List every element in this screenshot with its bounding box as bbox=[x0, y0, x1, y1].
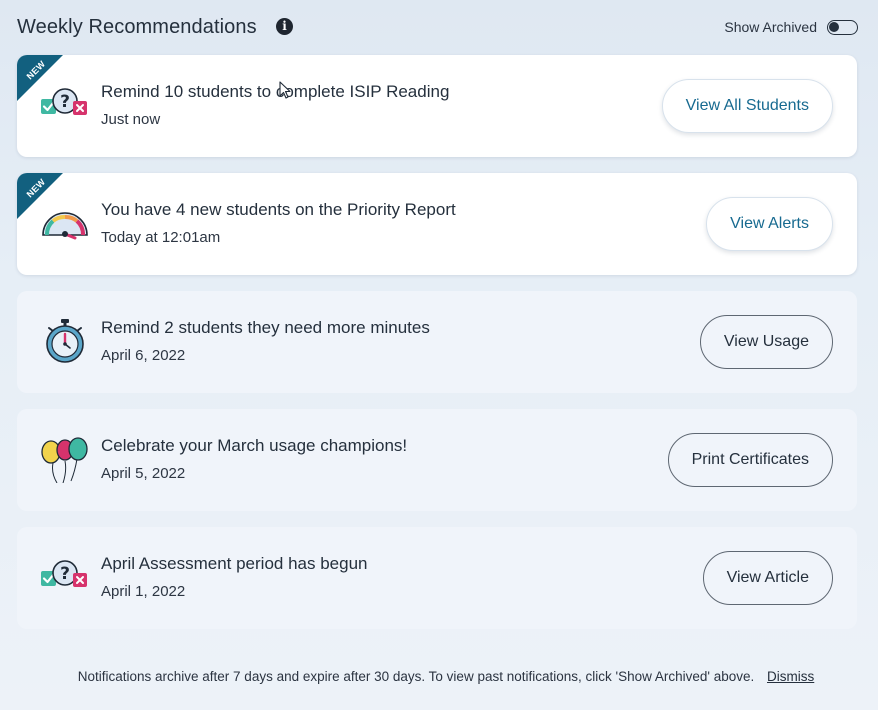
quiz-check-x-icon: ? bbox=[41, 560, 87, 587]
card-time: April 1, 2022 bbox=[101, 583, 186, 600]
recommendation-card: ? April Assessment period has begun Apri… bbox=[17, 527, 857, 629]
card-title: You have 4 new students on the Priority … bbox=[101, 200, 456, 219]
quiz-check-x-icon: ? bbox=[41, 88, 87, 115]
toggle-switch[interactable] bbox=[827, 19, 858, 35]
speedometer-icon bbox=[42, 212, 88, 240]
toggle-knob bbox=[829, 21, 839, 32]
recommendation-card: NEW You have 4 new students on the Prior… bbox=[17, 173, 857, 275]
show-archived-toggle[interactable]: Show Archived bbox=[724, 17, 858, 37]
card-time: Today at 12:01am bbox=[101, 229, 221, 246]
recommendation-card: Remind 2 students they need more minutes… bbox=[17, 291, 857, 393]
archive-note-text: Notifications archive after 7 days and e… bbox=[77, 669, 755, 684]
card-time: April 5, 2022 bbox=[101, 465, 186, 482]
stopwatch-icon bbox=[46, 319, 84, 363]
view-all-students-button[interactable]: View All Students bbox=[661, 79, 833, 133]
info-icon[interactable]: i bbox=[276, 18, 293, 35]
card-title: April Assessment period has begun bbox=[101, 554, 368, 573]
recommendation-card: NEW ? Remind 10 students to complete ISI… bbox=[17, 55, 857, 157]
print-certificates-button[interactable]: Print Certificates bbox=[667, 433, 833, 487]
page-title: Weekly Recommendations bbox=[17, 16, 257, 38]
svg-text:?: ? bbox=[60, 564, 70, 584]
card-title: Remind 10 students to complete ISIP Read… bbox=[101, 82, 450, 101]
card-title: Remind 2 students they need more minutes bbox=[101, 318, 430, 337]
mouse-cursor-icon bbox=[279, 81, 291, 99]
card-time: Just now bbox=[101, 111, 161, 128]
show-archived-label: Show Archived bbox=[724, 19, 817, 35]
balloons-icon bbox=[41, 437, 88, 483]
header: Weekly Recommendations i Show Archived bbox=[17, 14, 858, 42]
view-article-button[interactable]: View Article bbox=[702, 551, 833, 605]
recommendation-card: Celebrate your March usage champions! Ap… bbox=[17, 409, 857, 511]
view-usage-button[interactable]: View Usage bbox=[699, 315, 833, 369]
svg-text:?: ? bbox=[60, 92, 70, 112]
card-title: Celebrate your March usage champions! bbox=[101, 436, 408, 455]
dismiss-link[interactable]: Dismiss bbox=[767, 669, 814, 684]
footer-note: Notifications archive after 7 days and e… bbox=[0, 669, 878, 684]
view-alerts-button[interactable]: View Alerts bbox=[706, 197, 833, 251]
card-time: April 6, 2022 bbox=[101, 347, 186, 364]
